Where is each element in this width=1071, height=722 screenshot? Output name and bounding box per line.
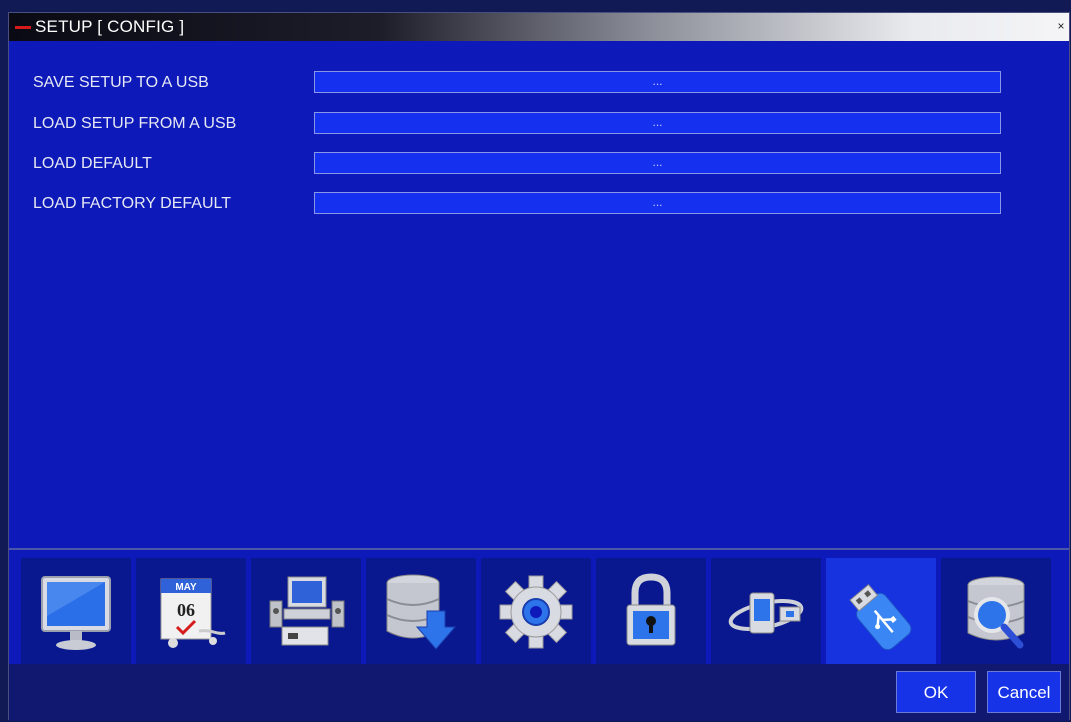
database-search-icon (967, 576, 1025, 649)
setup-icon-bar: MAY 06 (21, 558, 1061, 664)
tool-network[interactable] (711, 558, 821, 664)
calendar-month: MAY (175, 582, 197, 593)
title-bar: SETUP [ CONFIG ] × (9, 13, 1069, 41)
monitor-icon (41, 576, 111, 650)
window-title: SETUP [ CONFIG ] (35, 17, 185, 36)
usb-drive-icon (849, 583, 912, 651)
cancel-button[interactable]: Cancel (987, 671, 1061, 713)
row-save-setup-usb: SAVE SETUP TO A USB ... (9, 71, 1069, 97)
gear-icon (499, 575, 573, 649)
network-icon (728, 592, 804, 634)
row-load-setup-usb: LOAD SETUP FROM A USB ... (9, 112, 1069, 138)
calendar-icon: MAY 06 (160, 578, 226, 648)
tool-security[interactable] (596, 558, 706, 664)
close-icon[interactable]: × (1055, 19, 1067, 33)
row-label: LOAD FACTORY DEFAULT (33, 195, 231, 212)
load-default-button[interactable]: ... (314, 152, 1001, 174)
divider (9, 548, 1069, 550)
tool-display[interactable] (21, 558, 131, 664)
calendar-day: 06 (177, 600, 195, 620)
load-setup-usb-button[interactable]: ... (314, 112, 1001, 134)
row-load-factory-default: LOAD FACTORY DEFAULT ... (9, 192, 1069, 218)
tool-usb-config[interactable] (826, 558, 936, 664)
row-load-default: LOAD DEFAULT ... (9, 152, 1069, 178)
load-factory-default-button[interactable]: ... (314, 192, 1001, 214)
tool-storage[interactable] (366, 558, 476, 664)
tool-devices[interactable] (251, 558, 361, 664)
footer-bar: OK Cancel (9, 664, 1069, 721)
row-label: LOAD DEFAULT (33, 155, 152, 172)
padlock-icon (626, 573, 676, 646)
tool-schedule[interactable]: MAY 06 (136, 558, 246, 664)
tool-system[interactable] (481, 558, 591, 664)
row-label: SAVE SETUP TO A USB (33, 74, 209, 91)
save-setup-usb-button[interactable]: ... (314, 71, 1001, 93)
database-download-icon (386, 574, 457, 650)
tool-search[interactable] (941, 558, 1051, 664)
computer-devices-icon (269, 576, 345, 646)
setup-config-window: SETUP [ CONFIG ] × SAVE SETUP TO A USB .… (8, 12, 1070, 721)
ok-button[interactable]: OK (896, 671, 976, 713)
title-red-mark (15, 26, 31, 29)
row-label: LOAD SETUP FROM A USB (33, 115, 237, 132)
